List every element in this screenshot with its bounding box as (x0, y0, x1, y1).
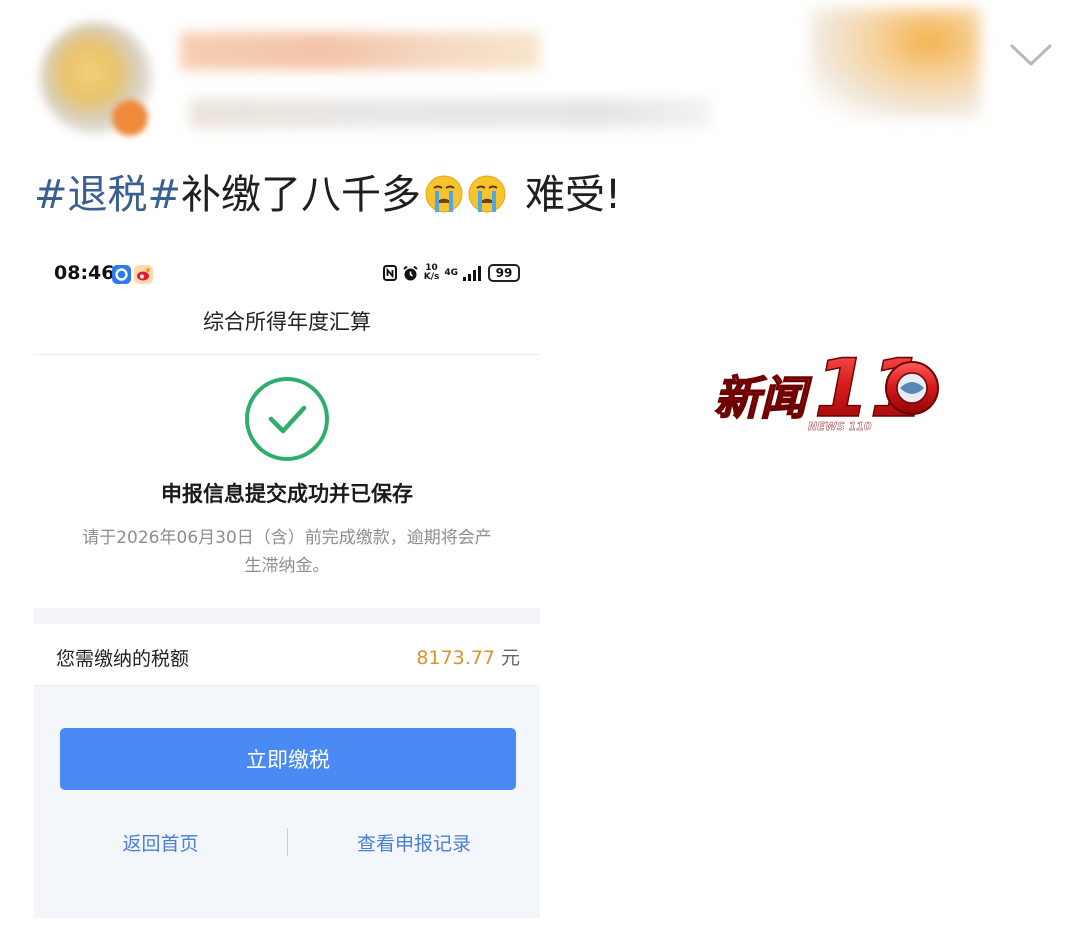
battery-indicator: 99 (488, 264, 520, 282)
status-time: 08:46 (54, 262, 115, 284)
crying-face-icon (468, 175, 506, 213)
tax-amount-row: 您需缴纳的税额 8173.77 元 (34, 624, 540, 686)
avatar-badge (112, 100, 148, 136)
action-area: 立即缴税 返回首页 查看申报记录 (34, 686, 540, 918)
blurred-post-meta (190, 98, 710, 128)
alarm-icon (403, 265, 418, 280)
view-records-link[interactable]: 查看申报记录 (288, 829, 540, 856)
blurred-follow-area[interactable] (810, 8, 980, 118)
divider (34, 354, 540, 355)
tax-amount-unit: 元 (500, 647, 520, 669)
status-indicators: 10 K/s 4G 99 (382, 264, 520, 282)
success-check-icon (245, 377, 329, 461)
page-title: 综合所得年度汇算 (203, 310, 371, 334)
post-tail-text: 难受! (525, 172, 622, 218)
tax-amount: 8173.77 元 (416, 643, 520, 670)
network-type: 4G (444, 267, 458, 278)
nfc-icon (382, 265, 397, 281)
tax-amount-value: 8173.77 (416, 647, 495, 669)
logo-chinese-text: 新闻 (714, 371, 812, 425)
section-separator (34, 608, 540, 624)
return-home-link[interactable]: 返回首页 (34, 829, 287, 856)
weibo-icon (134, 265, 153, 284)
crying-face-icon (425, 175, 463, 213)
success-title: 申报信息提交成功并已保存 (161, 482, 413, 506)
payment-deadline-note: 请于2026年06月30日（含）前完成缴款，逾期将会产生滞纳金。 (82, 528, 492, 576)
logo-english-text: NEWS 110 (808, 420, 872, 433)
post-text: #退税# 补缴了八千多 难受! (34, 166, 621, 224)
blurred-username[interactable] (180, 32, 540, 70)
network-speed: 10 K/s (424, 264, 440, 282)
pay-tax-button[interactable]: 立即缴税 (60, 728, 516, 790)
signal-icon (463, 265, 481, 281)
post-header (0, 0, 1080, 150)
status-bar: 08:46 10 K/s 4G 99 (34, 250, 540, 300)
hashtag-link[interactable]: #退税# (34, 166, 181, 224)
news110-logo: 新闻 11 NEWS 110 (713, 341, 939, 436)
post-body-text: 补缴了八千多 (181, 172, 422, 218)
qq-browser-icon (112, 265, 131, 284)
attached-screenshot[interactable]: 08:46 10 K/s 4G 99 综合所得年度汇算 申报信息提交成功并已保存… (34, 250, 540, 918)
chevron-down-icon[interactable] (1008, 40, 1054, 70)
network-speed-unit: K/s (423, 272, 440, 282)
tax-amount-label: 您需缴纳的税额 (56, 648, 190, 670)
